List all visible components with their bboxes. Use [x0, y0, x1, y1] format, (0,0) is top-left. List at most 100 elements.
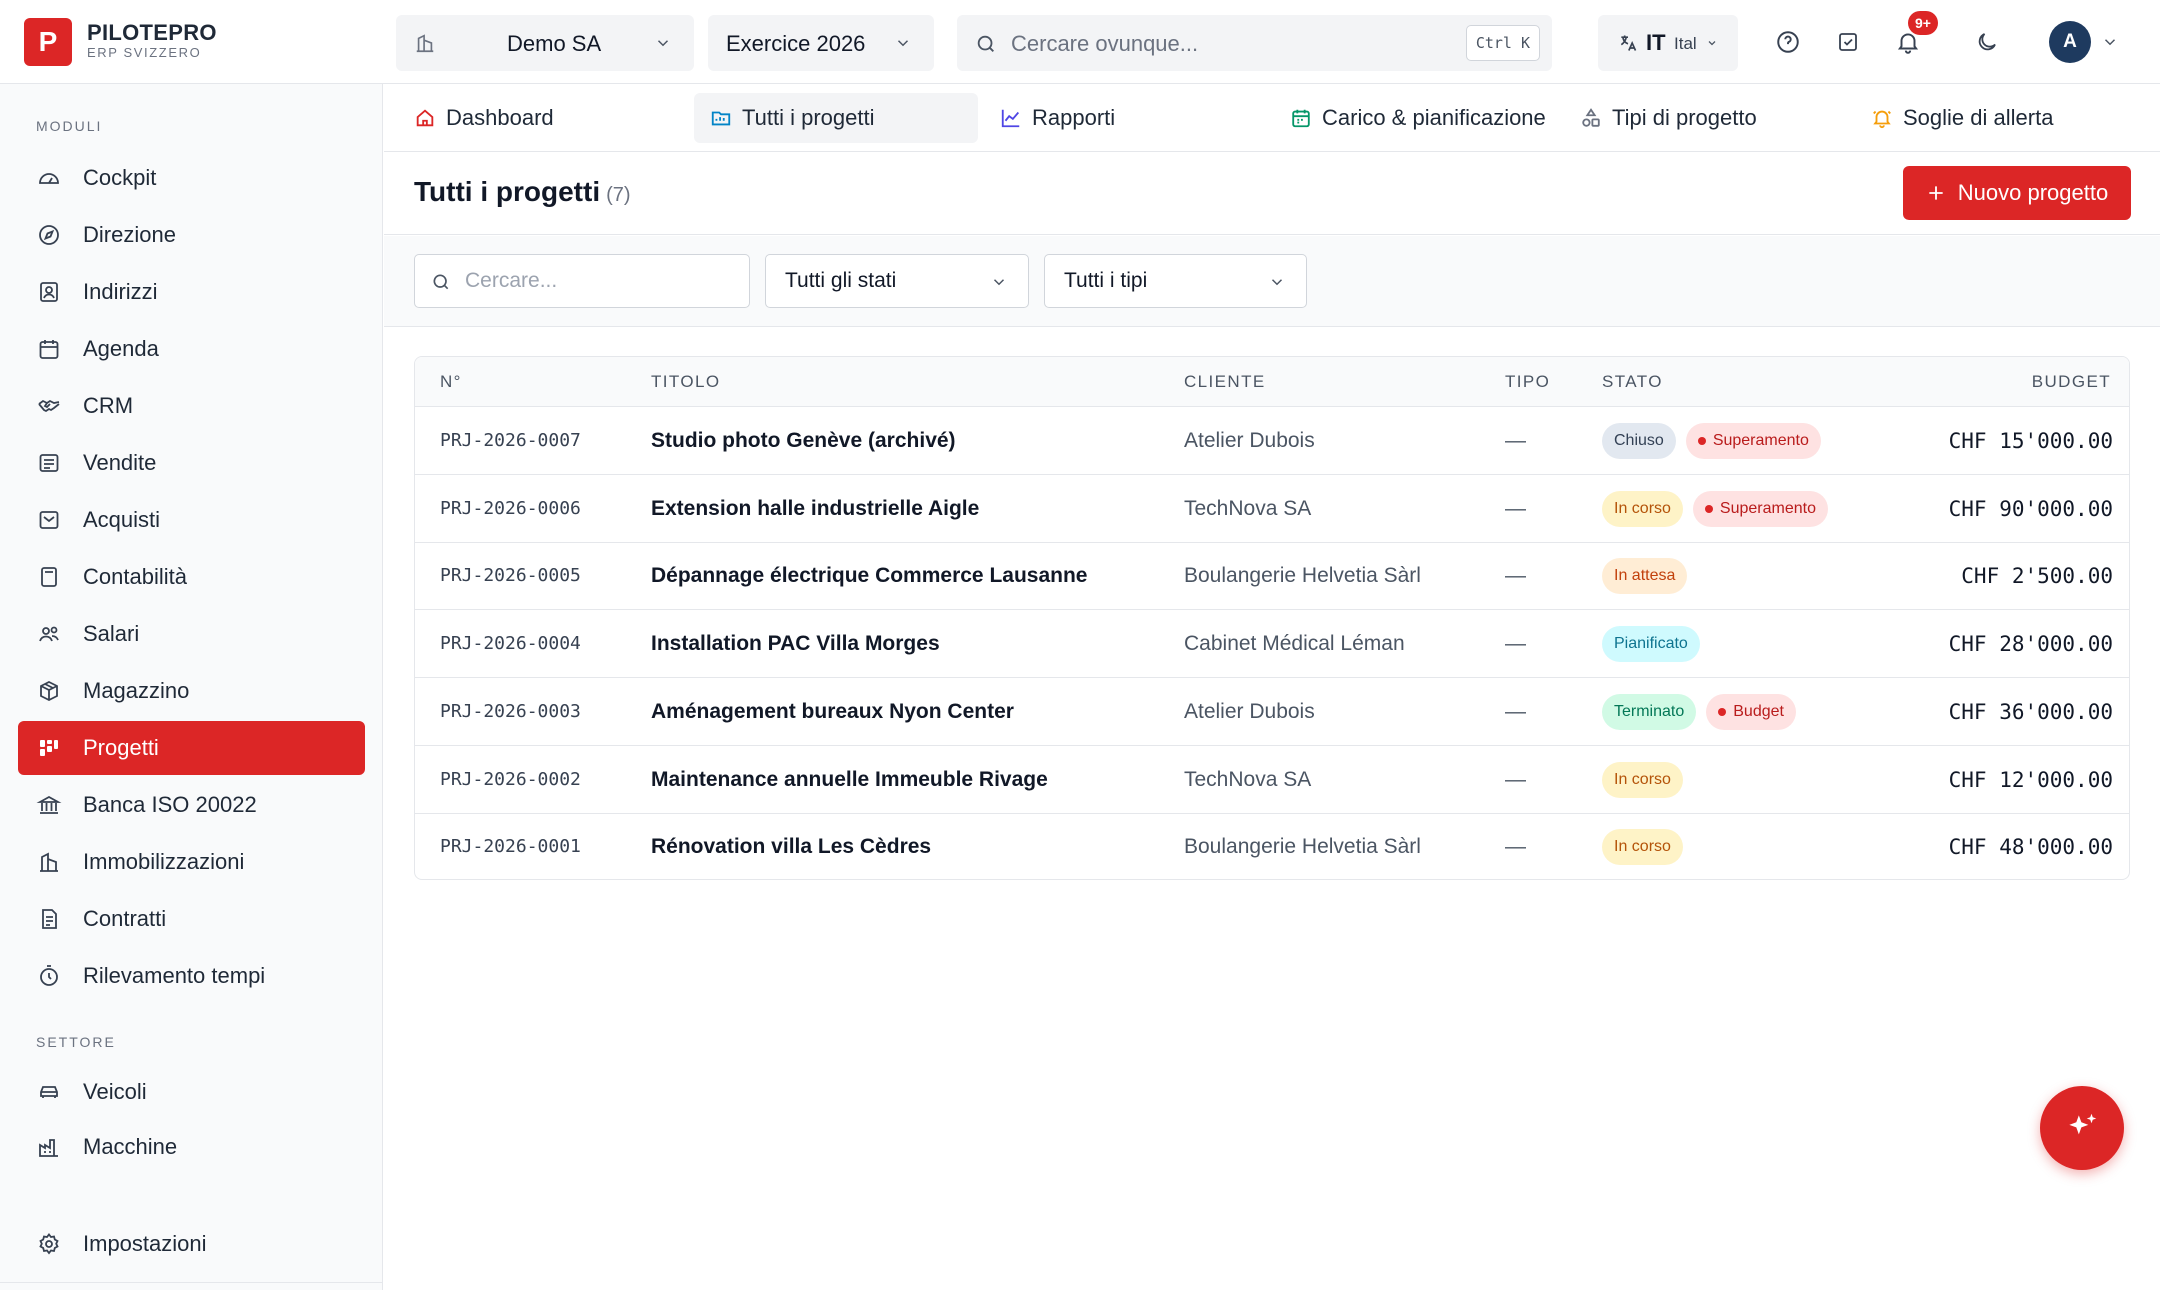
chevron-down-icon	[1706, 37, 1718, 49]
type-filter-select[interactable]: Tutti i tipi	[1044, 254, 1307, 308]
project-title[interactable]: Aménagement bureaux Nyon Center	[651, 700, 1014, 724]
project-number: PRJ-2026-0006	[440, 497, 581, 519]
project-search-input[interactable]: Cercare...	[414, 254, 750, 308]
tab-tipi-di-progetto[interactable]: Tipi di progetto	[1580, 93, 1757, 143]
status-badge: Terminato	[1602, 693, 1697, 730]
tab-rapporti[interactable]: Rapporti	[1000, 93, 1115, 143]
sidebar-item-cockpit[interactable]: Cockpit	[18, 151, 365, 205]
new-project-button[interactable]: Nuovo progetto	[1903, 166, 2131, 220]
type-filter-value: Tutti i tipi	[1064, 269, 1148, 292]
sidebar-item-direzione[interactable]: Direzione	[18, 208, 365, 262]
sidebar-item-acquisti[interactable]: Acquisti	[18, 493, 365, 547]
sidebar-item-macchine[interactable]: Macchine	[18, 1120, 365, 1174]
sidebar-item-salari[interactable]: Salari	[18, 607, 365, 661]
sidebar-item-label: CRM	[83, 393, 134, 418]
table-row[interactable]: PRJ-2026-0001 Rénovation villa Les Cèdres…	[415, 813, 2129, 879]
sidebar-item-label: Vendite	[83, 450, 157, 475]
projects-table: N° TITOLO CLIENTE TIPO STATO BUDGET PRJ-…	[414, 356, 2130, 880]
ai-assistant-button[interactable]	[2040, 1086, 2124, 1170]
project-budget: CHF 2'500.00	[1961, 564, 2113, 589]
project-count: (7)	[606, 184, 631, 206]
project-number: PRJ-2026-0007	[440, 430, 581, 451]
alert-badge: Superamento	[1692, 490, 1828, 527]
avatar[interactable]: A	[2049, 21, 2091, 63]
column-header-type[interactable]: TIPO	[1505, 372, 1550, 392]
project-title[interactable]: Rénovation villa Les Cèdres	[651, 835, 931, 859]
tab-carico-pianificazione[interactable]: Carico & pianificazione	[1290, 93, 1546, 143]
brand-subtitle: ERP SVIZZERO	[87, 45, 202, 60]
tab-dashboard[interactable]: Dashboard	[414, 93, 554, 143]
sidebar-item-label: Cockpit	[83, 165, 157, 190]
column-header-client[interactable]: CLIENTE	[1184, 372, 1266, 392]
project-number: PRJ-2026-0001	[440, 836, 581, 858]
project-type: —	[1505, 496, 1526, 520]
table-row[interactable]: PRJ-2026-0004 Installation PAC Villa Morg…	[415, 610, 2129, 679]
sidebar-item-agenda[interactable]: Agenda	[18, 322, 365, 376]
project-budget: CHF 15'000.00	[1948, 429, 2113, 453]
sidebar-item-vendite[interactable]: Vendite	[18, 436, 365, 490]
table-row[interactable]: PRJ-2026-0006 Extension halle industriell…	[415, 475, 2129, 543]
tab-label: Tutti i progetti	[742, 105, 875, 130]
sidebar-item-rilevamento-tempi[interactable]: Rilevamento tempi	[18, 949, 365, 1003]
table-row[interactable]: PRJ-2026-0003 Aménagement bureaux Nyon Ce…	[415, 678, 2129, 746]
tasks-button[interactable]	[1828, 22, 1868, 62]
sidebar-divider	[0, 1282, 383, 1283]
project-title[interactable]: Dépannage électrique Commerce Lausanne	[651, 564, 1087, 588]
gauge-icon	[36, 166, 62, 190]
project-title[interactable]: Installation PAC Villa Morges	[651, 632, 940, 656]
tab-label: Rapporti	[1032, 105, 1116, 130]
table-row[interactable]: PRJ-2026-0005 Dépannage électrique Commer…	[415, 542, 2129, 611]
theme-toggle[interactable]	[1967, 22, 2007, 62]
sidebar-item-progetti[interactable]: Progetti	[18, 721, 365, 775]
project-status: Terminato Budget	[1602, 693, 1796, 730]
language-select[interactable]: IT Ital	[1598, 15, 1738, 71]
column-header-title[interactable]: TITOLO	[651, 372, 721, 392]
sidebar-item-magazzino[interactable]: Magazzino	[18, 664, 365, 718]
sidebar-item-label: Magazzino	[83, 678, 190, 703]
global-search[interactable]: Cercare ovunque... Ctrl K	[957, 15, 1552, 71]
sidebar-item-impostazioni[interactable]: Impostazioni	[18, 1217, 365, 1271]
sidebar-item-veicoli[interactable]: Veicoli	[18, 1065, 365, 1119]
sidebar-item-contratti[interactable]: Contratti	[18, 892, 365, 946]
page-title-text: Tutti i progetti	[414, 176, 601, 207]
status-badge: In corso	[1602, 761, 1683, 798]
sidebar-item-crm[interactable]: CRM	[18, 379, 365, 433]
sidebar-item-indirizzi[interactable]: Indirizzi	[18, 265, 365, 319]
language-code: IT	[1646, 30, 1666, 55]
project-status: In corso	[1602, 829, 1683, 866]
contact-icon	[36, 280, 62, 304]
fiscal-year-select[interactable]: Exercice 2026	[708, 15, 934, 71]
project-title[interactable]: Studio photo Genève (archivé)	[651, 429, 956, 453]
status-filter-select[interactable]: Tutti gli stati	[765, 254, 1029, 308]
project-title[interactable]: Maintenance annuelle Immeuble Rivage	[651, 768, 1048, 792]
alert-badge-label: Superamento	[1719, 499, 1816, 517]
column-header-status[interactable]: STATO	[1602, 372, 1663, 392]
chevron-down-icon	[654, 34, 672, 52]
help-button[interactable]	[1768, 22, 1808, 62]
sidebar-item-label: Veicoli	[83, 1079, 147, 1104]
project-type: —	[1505, 632, 1526, 656]
table-row[interactable]: PRJ-2026-0002 Maintenance annuelle Immeub…	[415, 746, 2129, 814]
alert-dot-icon	[1697, 437, 1706, 445]
alert-badge: Superamento	[1685, 423, 1821, 459]
sidebar-item-label: Contabilità	[83, 564, 187, 589]
alert-dot-icon	[1704, 504, 1713, 513]
calendar-icon	[36, 337, 62, 361]
column-header-num[interactable]: N°	[440, 372, 462, 392]
sidebar-item-contabilita[interactable]: Contabilità	[18, 550, 365, 604]
handshake-icon	[36, 394, 62, 418]
tab-tutti-i-progetti[interactable]: Tutti i progetti	[694, 93, 978, 143]
chevron-down-icon[interactable]	[2101, 33, 2119, 51]
section-label-modules: MODULI	[36, 118, 103, 134]
sidebar-item-banca[interactable]: Banca ISO 20022	[18, 778, 365, 832]
status-filter-value: Tutti gli stati	[785, 269, 897, 292]
folder-icon	[710, 107, 732, 129]
sidebar-item-immobilizzazioni[interactable]: Immobilizzazioni	[18, 835, 365, 889]
home-icon	[414, 107, 436, 129]
table-row[interactable]: PRJ-2026-0007 Studio photo Genève (archiv…	[415, 407, 2129, 475]
project-title[interactable]: Extension halle industrielle Aigle	[651, 497, 979, 521]
column-header-budget[interactable]: BUDGET	[2032, 372, 2111, 392]
tab-soglie-di-allerta[interactable]: Soglie di allerta	[1871, 93, 2053, 143]
app-logo[interactable]: P	[24, 18, 72, 66]
company-select[interactable]: Demo SA	[396, 15, 694, 71]
